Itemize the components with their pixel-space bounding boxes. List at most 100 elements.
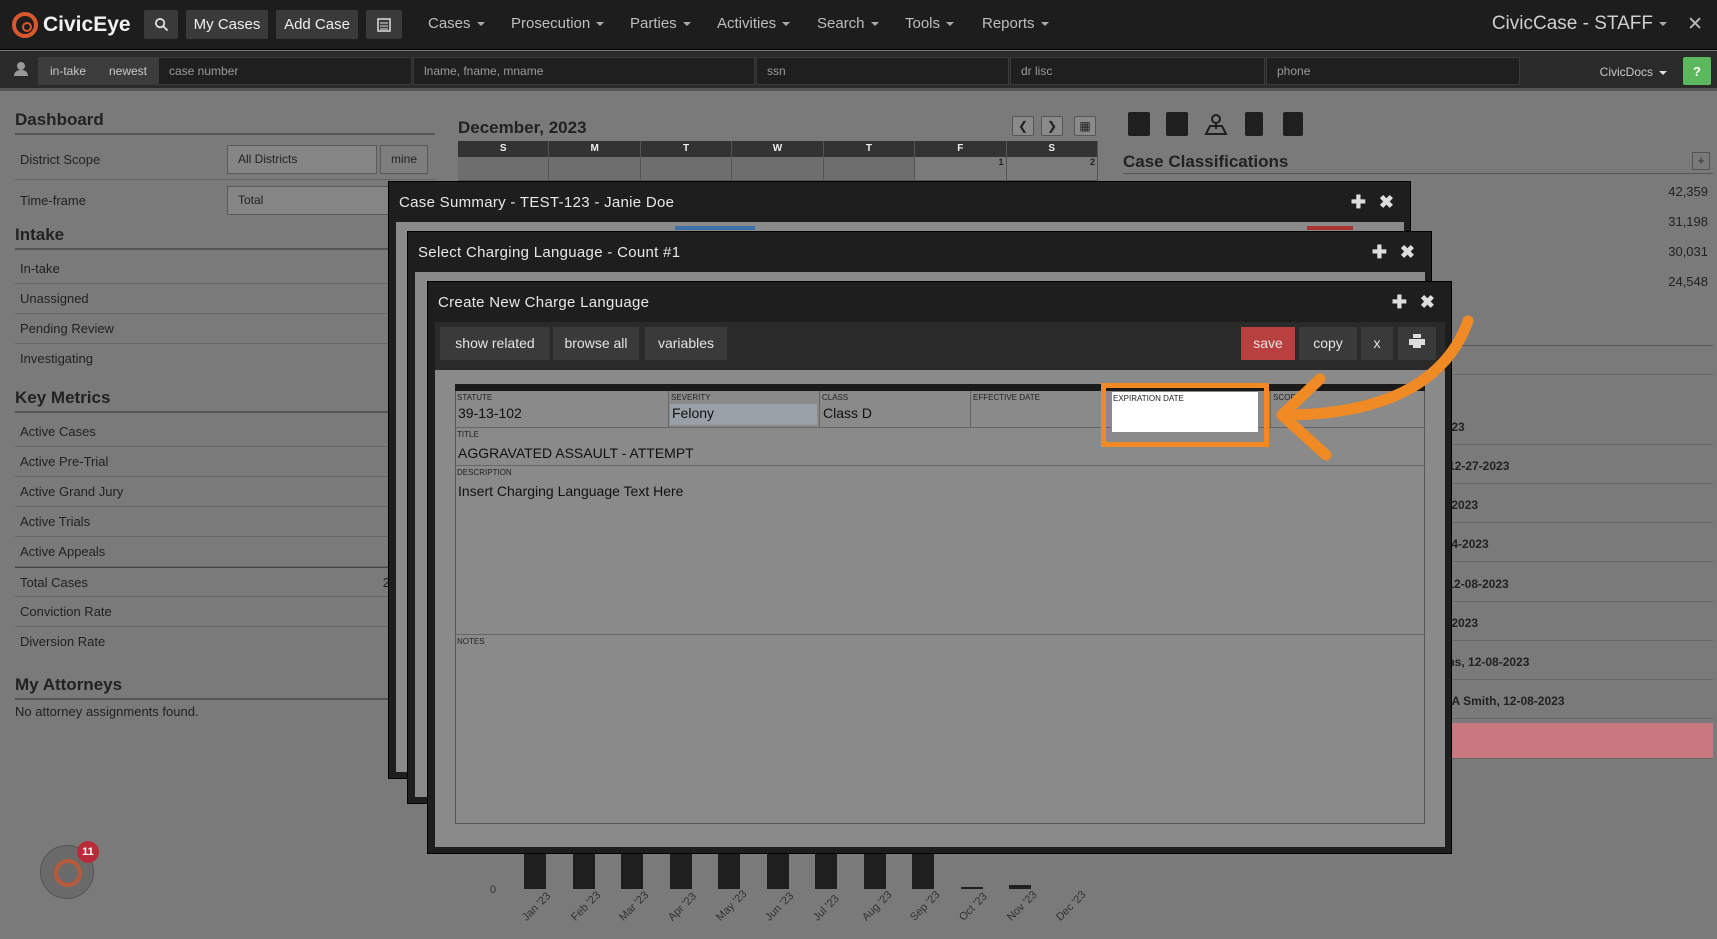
menu-search[interactable]: Search: [817, 15, 879, 32]
expiration-date-label: Expiration Date: [1113, 394, 1184, 403]
expiration-date-input[interactable]: Expiration Date: [1111, 391, 1259, 433]
chart-x-tick-label: Nov '23: [1005, 888, 1040, 924]
close-icon[interactable]: ✖: [1420, 292, 1435, 313]
activity-row[interactable]: nn A Smith, 12-08-2023: [1430, 683, 1713, 719]
activity-row[interactable]: iams, 12-08-2023: [1430, 644, 1713, 680]
menu-activities[interactable]: Activities: [717, 15, 791, 32]
intake-item[interactable]: Investigating: [15, 344, 435, 374]
calendar-day[interactable]: [640, 157, 733, 181]
document-icon[interactable]: [1245, 112, 1263, 136]
class-field[interactable]: Class Class D: [820, 391, 971, 428]
dr-lisc-input[interactable]: [1010, 57, 1265, 85]
metric-item-total-cases[interactable]: Total Cases 2: [15, 567, 435, 597]
classification-count: 42,359: [1668, 184, 1708, 199]
notebook-icon[interactable]: [1283, 112, 1303, 136]
effective-date-field[interactable]: Effective Date: [971, 391, 1121, 428]
chart-bar: [524, 853, 546, 889]
calendar-day-name: M: [549, 141, 641, 157]
calendar-day[interactable]: 1: [915, 157, 1007, 181]
close-icon[interactable]: ✖: [1379, 192, 1394, 213]
metric-item[interactable]: Active Grand Jury: [15, 477, 435, 507]
chart-bar: [572, 853, 595, 889]
brand-name: CivicEye: [43, 13, 131, 36]
brand[interactable]: CivicEye: [12, 11, 131, 39]
calendar-day[interactable]: [823, 157, 916, 181]
top-navbar: CivicEye My Cases Add Case Cases Prosecu…: [0, 0, 1717, 50]
add-classification-button[interactable]: +: [1692, 152, 1710, 170]
calendar-day[interactable]: [732, 157, 824, 181]
intake-item[interactable]: In-take: [15, 254, 435, 284]
statute-field[interactable]: Statute 39-13-102: [455, 391, 669, 428]
calculator-button[interactable]: [366, 10, 402, 39]
notes-field[interactable]: Notes: [455, 635, 1425, 824]
calendar-day[interactable]: 2: [1006, 157, 1098, 181]
activity-row-highlighted[interactable]: 23: [1430, 723, 1713, 759]
name-input[interactable]: [413, 57, 755, 85]
app-title-label: CivicCase - STAFF: [1491, 13, 1653, 34]
metric-item[interactable]: Active Pre-Trial: [15, 447, 435, 477]
case-number-input[interactable]: [158, 57, 412, 85]
calculator-icon[interactable]: [1128, 112, 1150, 136]
dashboard-panel: Dashboard District Scope All Districts m…: [15, 110, 435, 719]
mine-button[interactable]: mine: [380, 145, 428, 174]
y-axis-zero-label: 0: [490, 884, 497, 896]
browse-all-button[interactable]: browse all: [553, 327, 639, 360]
calendar-next-button[interactable]: ❯: [1041, 116, 1063, 136]
tab-indicator: [675, 226, 755, 230]
metric-item[interactable]: Conviction Rate: [15, 597, 435, 627]
search-icon: [154, 17, 168, 32]
show-related-button[interactable]: show related: [440, 327, 550, 360]
metric-item[interactable]: Active Trials: [15, 507, 435, 537]
metric-item[interactable]: Active Appeals: [15, 537, 435, 567]
activity-row[interactable]: 27-2023: [1430, 487, 1713, 523]
user-icon[interactable]: [14, 62, 28, 76]
intake-item[interactable]: Unassigned: [15, 284, 435, 314]
district-scope-select[interactable]: All Districts: [227, 145, 377, 174]
calendar-prev-button[interactable]: ❮: [1012, 116, 1034, 136]
app-title[interactable]: CivicCase - STAFF: [1492, 13, 1667, 35]
metric-item[interactable]: Active Cases: [15, 417, 435, 447]
close-icon[interactable]: ✕: [1687, 13, 1703, 36]
chart-x-tick-label: Oct '23: [956, 890, 990, 924]
notification-count-badge: 11: [77, 841, 99, 863]
civicdocs-menu[interactable]: CivicDocs: [1600, 65, 1667, 79]
search-button[interactable]: [144, 10, 178, 39]
calendar-day[interactable]: [549, 157, 641, 181]
intake-item[interactable]: Pending Review: [15, 314, 435, 344]
ssn-input[interactable]: [756, 57, 1009, 85]
expand-icon[interactable]: ✚: [1372, 242, 1387, 263]
activity-row[interactable]: 08-2023: [1430, 605, 1713, 641]
chart-x-tick-label: Sep '23: [908, 888, 943, 924]
menu-cases[interactable]: Cases: [428, 15, 485, 32]
expand-icon[interactable]: ✚: [1351, 192, 1366, 213]
close-icon[interactable]: ✖: [1400, 242, 1415, 263]
add-case-button[interactable]: Add Case: [276, 10, 358, 39]
menu-parties[interactable]: Parties: [630, 15, 691, 32]
activity-row[interactable]: e, 12-08-2023: [1430, 566, 1713, 602]
calendar-week: 1 2: [458, 157, 1098, 181]
help-button[interactable]: ?: [1683, 57, 1711, 85]
my-cases-button[interactable]: My Cases: [186, 10, 268, 39]
calendar-day-name: S: [458, 141, 550, 157]
expand-icon[interactable]: ✚: [1392, 292, 1407, 313]
menu-tools-label: Tools: [905, 15, 941, 32]
variables-button[interactable]: variables: [645, 327, 727, 360]
tab-newest[interactable]: newest: [98, 57, 158, 85]
menu-reports[interactable]: Reports: [982, 15, 1049, 32]
description-field[interactable]: Description Insert Charging Language Tex…: [455, 466, 1425, 635]
arrow-annotation-icon: [1276, 315, 1474, 461]
calendar-view-button[interactable]: ▦: [1074, 116, 1096, 136]
calendar-icon[interactable]: [1166, 112, 1188, 136]
phone-input[interactable]: [1266, 57, 1520, 85]
activity-row[interactable]: 1-14-2023: [1430, 526, 1713, 562]
tab-in-take[interactable]: in-take: [38, 57, 98, 85]
menu-tools[interactable]: Tools: [905, 15, 955, 32]
menu-prosecution[interactable]: Prosecution: [511, 15, 605, 32]
map-icon[interactable]: [1204, 112, 1228, 136]
metric-item[interactable]: Diversion Rate: [15, 627, 435, 657]
calendar-day[interactable]: [458, 157, 550, 181]
severity-field[interactable]: Severity Felony: [669, 391, 820, 428]
attorneys-empty-message: No attorney assignments found.: [15, 704, 199, 719]
notifications-button[interactable]: 11: [40, 841, 99, 899]
title-label: Title: [457, 430, 479, 439]
